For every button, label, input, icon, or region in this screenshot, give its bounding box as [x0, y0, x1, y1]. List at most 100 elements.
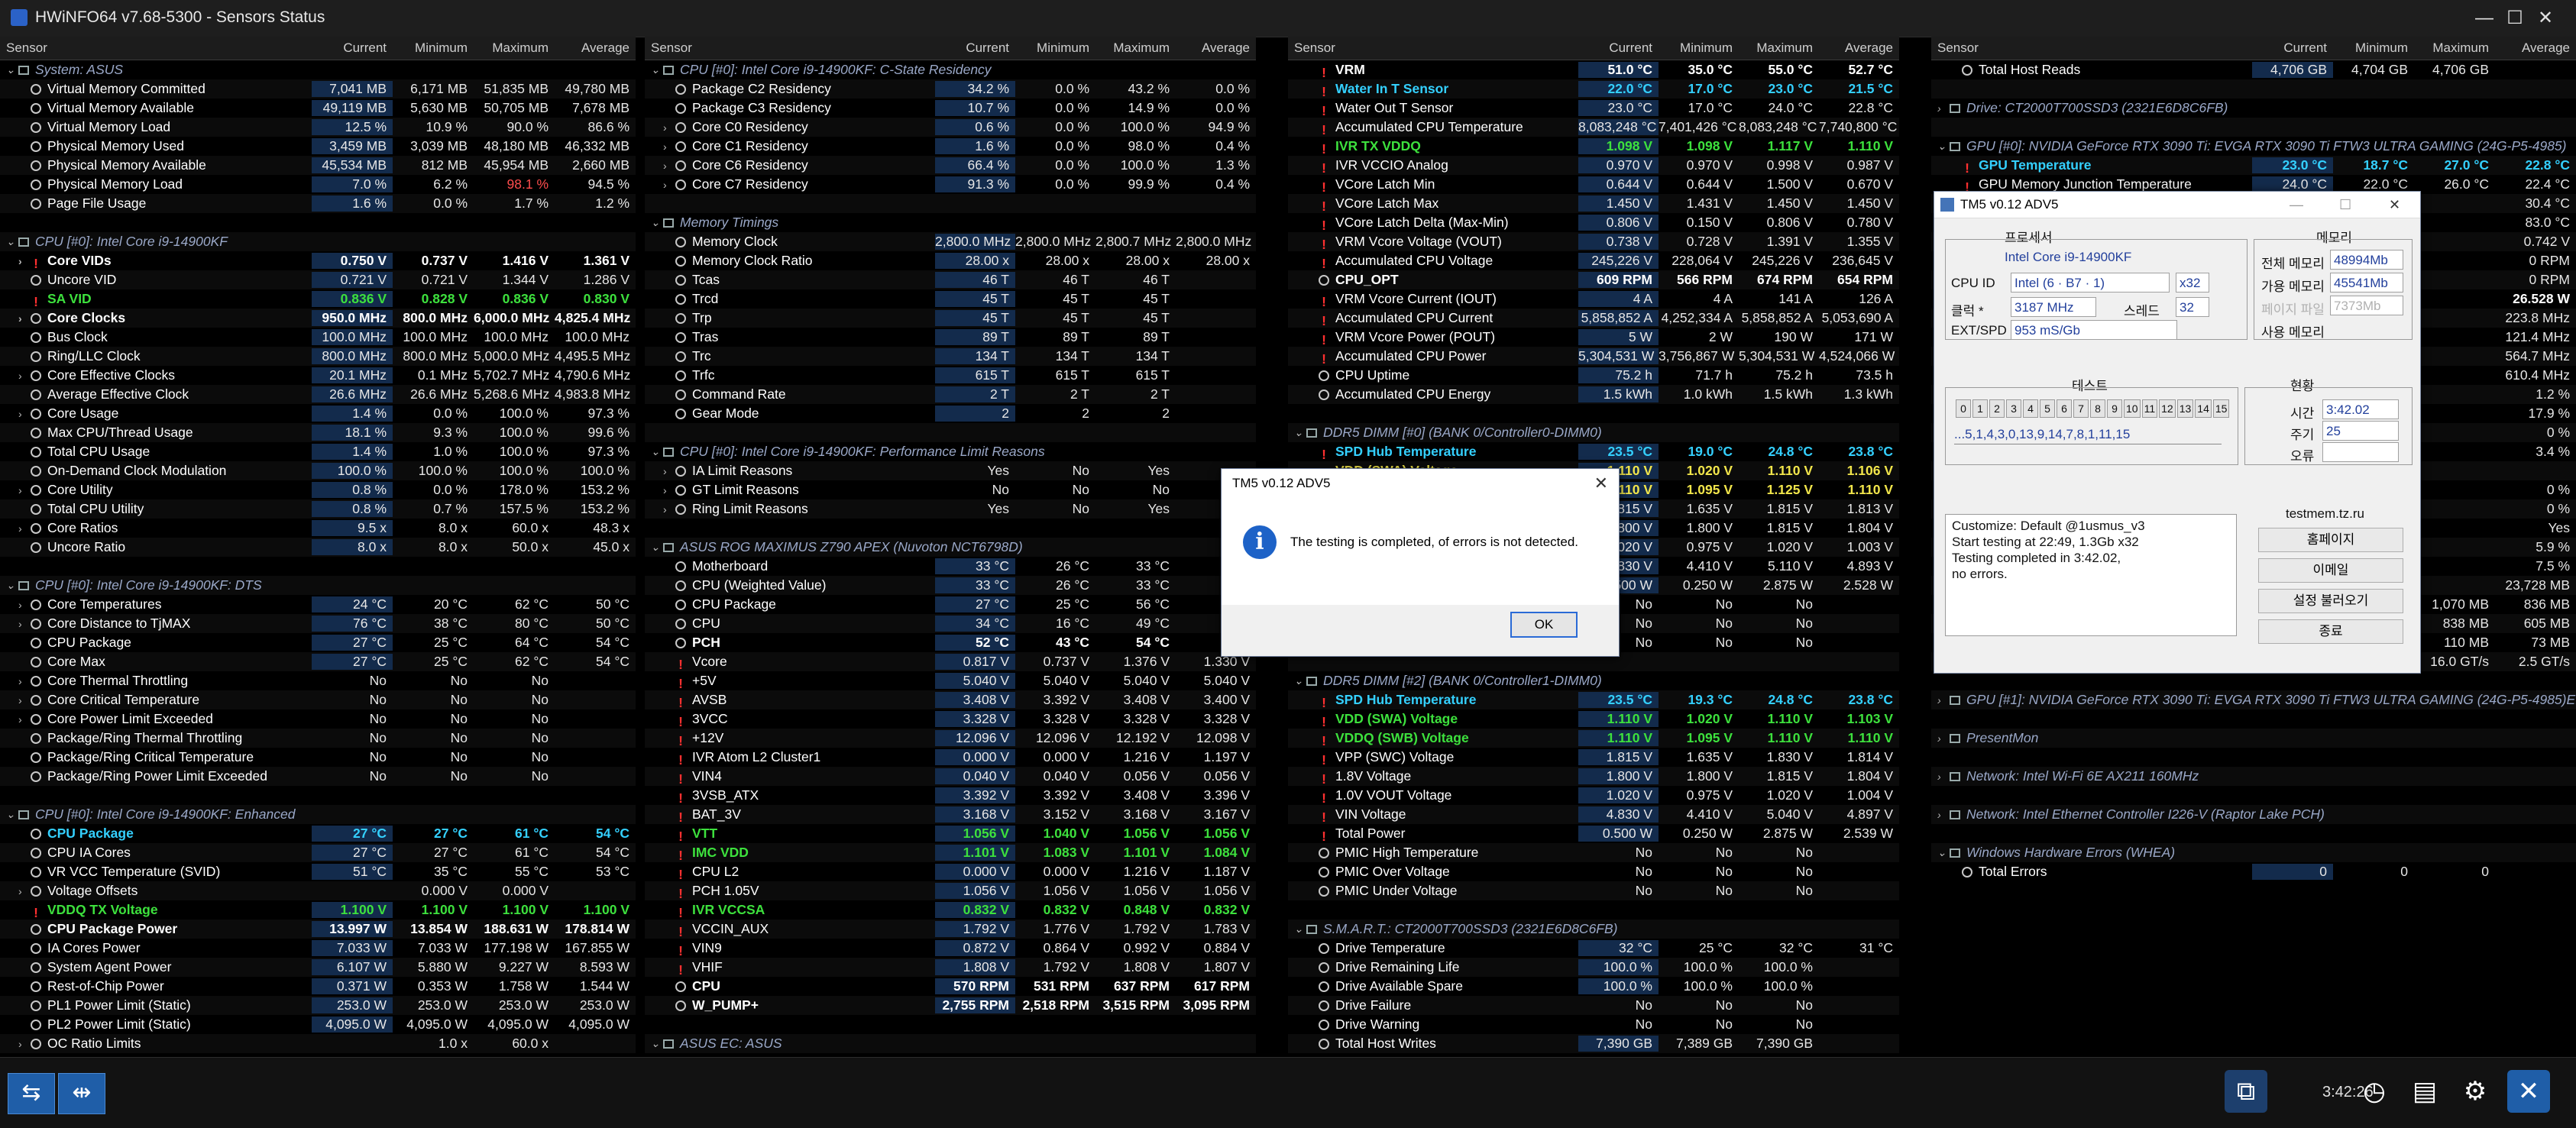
expand-arrow-icon[interactable]: ›: [18, 694, 31, 706]
sensor-row[interactable]: ! CPU L2 0.000 V 0.000 V 1.216 V 1.187 V: [645, 862, 1256, 881]
column-header-maximum[interactable]: Maximum: [1095, 37, 1176, 60]
collapse-arrow-icon[interactable]: ⌄: [1294, 674, 1306, 687]
collapse-arrow-icon[interactable]: ⌄: [651, 1037, 663, 1050]
sensor-group-header[interactable]: ⌄ CPU [#0]: Intel Core i9-14900KF: [0, 232, 636, 251]
email-button[interactable]: 이메일: [2258, 558, 2403, 583]
sensor-row[interactable]: › Core C7 Residency 91.3 % 0.0 % 99.9 % 0.4 %: [645, 175, 1256, 194]
column-header-average[interactable]: Average: [1176, 37, 1256, 60]
sensor-group-header[interactable]: › GPU [#1]: NVIDIA GeForce RTX 3090 Ti: E…: [1931, 690, 2576, 709]
report-icon[interactable]: ▤: [2403, 1070, 2446, 1113]
sensor-row[interactable]: PMIC Over Voltage No No No: [1288, 862, 1899, 881]
sensor-row[interactable]: Ring/LLC Clock 800.0 MHz 800.0 MHz 5,000.0 …: [0, 347, 636, 366]
column-header-current[interactable]: Current: [2252, 37, 2333, 60]
column-header-current[interactable]: Current: [312, 37, 393, 60]
collapse-arrow-icon[interactable]: ⌄: [6, 63, 18, 76]
sensor-pane-1[interactable]: Sensor Current Minimum Maximum Average ⌄ Syste…: [0, 37, 636, 1057]
sensor-row[interactable]: › GT Limit Reasons No No No: [645, 480, 1256, 499]
sensor-row[interactable]: Physical Memory Used 3,459 MB 3,039 MB 48,1…: [0, 137, 636, 156]
sensor-row[interactable]: CPU Package 27 °C 27 °C 61 °C 54 °C: [0, 824, 636, 843]
sensor-row[interactable]: Command Rate 2 T 2 T 2 T: [645, 385, 1256, 404]
clock-icon[interactable]: ◷: [2353, 1070, 2396, 1113]
sensor-pane-2[interactable]: Sensor Current Minimum Maximum Average ⌄ CPU […: [645, 37, 1256, 1057]
sensor-row[interactable]: Total CPU Utility 0.8 % 0.7 % 157.5 % 153.2 …: [0, 499, 636, 519]
sensor-row[interactable]: Motherboard 33 °C 26 °C 33 °C: [645, 557, 1256, 576]
expand-arrow-icon[interactable]: ›: [663, 465, 675, 477]
tm5-window[interactable]: TM5 v0.12 ADV5 — ☐ ✕ 프로세서 메모리 Intel Core…: [1934, 191, 2421, 674]
sensor-row[interactable]: ! VIN Voltage 4.830 V 4.410 V 5.040 V 4.897 V: [1288, 805, 1899, 824]
expand-arrow-icon[interactable]: ›: [18, 713, 31, 726]
expand-arrow-icon[interactable]: ›: [18, 522, 31, 535]
sensor-row[interactable]: Trcd 45 T 45 T 45 T: [645, 289, 1256, 309]
sensor-row[interactable]: Package C3 Residency 10.7 % 0.0 % 14.9 % 0.0…: [645, 99, 1256, 118]
sensor-row[interactable]: ! VRM Vcore Power (POUT) 5 W 2 W 190 W 171 W: [1288, 328, 1899, 347]
sensor-group-header[interactable]: ⌄ CPU [#0]: Intel Core i9-14900KF: Enhanc…: [0, 805, 636, 824]
expand-arrow-icon[interactable]: ›: [18, 484, 31, 496]
column-header-maximum[interactable]: Maximum: [1739, 37, 1819, 60]
collapse-arrow-icon[interactable]: ⌄: [1937, 846, 1950, 859]
expand-arrow-icon[interactable]: ›: [1937, 809, 1950, 821]
expand-arrow-icon[interactable]: ›: [18, 370, 31, 382]
column-header-maximum[interactable]: Maximum: [474, 37, 555, 60]
sensor-row[interactable]: ! AVSB 3.408 V 3.392 V 3.408 V 3.400 V: [645, 690, 1256, 709]
sensor-row[interactable]: › Core C6 Residency 66.4 % 0.0 % 100.0 % 1.3 …: [645, 156, 1256, 175]
sensor-row[interactable]: PL2 Power Limit (Static) 4,095.0 W 4,095.0…: [0, 1015, 636, 1034]
sensor-row[interactable]: ! Accumulated CPU Power 5,304,531 W 3,756,8…: [1288, 347, 1899, 366]
column-header-minimum[interactable]: Minimum: [1015, 37, 1095, 60]
sensor-row[interactable]: CPU Uptime 75.2 h 71.7 h 75.2 h 73.5 h: [1288, 366, 1899, 385]
column-header-average[interactable]: Average: [555, 37, 636, 60]
sensor-row[interactable]: ! Accumulated CPU Temperature 8,083,248 °C…: [1288, 118, 1899, 137]
sensor-row[interactable]: › Core Clocks 950.0 MHz 800.0 MHz 6,000.0 MH…: [0, 309, 636, 328]
collapse-arrow-icon[interactable]: ⌄: [651, 445, 663, 458]
sensor-row[interactable]: Trfc 615 T 615 T 615 T: [645, 366, 1256, 385]
column-header-average[interactable]: Average: [2495, 37, 2576, 60]
homepage-button[interactable]: 홈페이지: [2258, 528, 2403, 552]
sensor-row[interactable]: › IA Limit Reasons Yes No Yes: [645, 461, 1256, 480]
sensor-row[interactable]: ! VIN9 0.872 V 0.864 V 0.992 V 0.884 V: [645, 939, 1256, 958]
expand-arrow-icon[interactable]: ›: [663, 503, 675, 516]
sensor-group-header[interactable]: ⌄ CPU [#0]: Intel Core i9-14900KF: C-Stat…: [645, 60, 1256, 79]
sensor-row[interactable]: ! IVR Atom L2 Cluster1 0.000 V 0.000 V 1.216…: [645, 748, 1256, 767]
sensor-row[interactable]: ! BAT_3V 3.168 V 3.152 V 3.168 V 3.167 V: [645, 805, 1256, 824]
sensor-row[interactable]: Uncore Ratio 8.0 x 8.0 x 50.0 x 45.0 x: [0, 538, 636, 557]
sensor-row[interactable]: Memory Clock Ratio 28.00 x 28.00 x 28.00 x 2…: [645, 251, 1256, 270]
sensor-row[interactable]: Total Host Reads 4,706 GB 4,704 GB 4,706 GB: [1931, 60, 2576, 79]
sensor-row[interactable]: Page File Usage 1.6 % 0.0 % 1.7 % 1.2 %: [0, 194, 636, 213]
sensor-row[interactable]: Virtual Memory Committed 7,041 MB 6,171 MB…: [0, 79, 636, 99]
sensor-row[interactable]: Tcas 46 T 46 T 46 T: [645, 270, 1256, 289]
sensor-row[interactable]: Rest-of-Chip Power 0.371 W 0.353 W 1.758 W 1…: [0, 977, 636, 996]
collapse-arrow-icon[interactable]: ⌄: [6, 235, 18, 248]
sensor-row[interactable]: › Core Distance to TjMAX 76 °C 38 °C 80 °C 50…: [0, 614, 636, 633]
sensor-row[interactable]: Drive Warning No No No: [1288, 1015, 1899, 1034]
tm5-minimize-icon[interactable]: —: [2290, 192, 2303, 218]
column-header-average[interactable]: Average: [1819, 37, 1899, 60]
sensor-row[interactable]: On-Demand Clock Modulation 100.0 % 100.0 %…: [0, 461, 636, 480]
sensor-row[interactable]: Accumulated CPU Energy 1.5 kWh 1.0 kWh 1.5 …: [1288, 385, 1899, 404]
sensor-row[interactable]: ! Water Out T Sensor 23.0 °C 17.0 °C 24.0 °C…: [1288, 99, 1899, 118]
sensor-row[interactable]: Total Errors 0 0 0: [1931, 862, 2576, 881]
nav-back-icon[interactable]: ⇆: [8, 1073, 55, 1114]
dialog-close-icon[interactable]: ✕: [1594, 469, 1608, 498]
column-header-minimum[interactable]: Minimum: [1659, 37, 1739, 60]
expand-arrow-icon[interactable]: ›: [18, 1038, 31, 1050]
sensor-group-header[interactable]: ⌄ Windows Hardware Errors (WHEA): [1931, 843, 2576, 862]
sensor-row[interactable]: Package/Ring Critical Temperature No No No: [0, 748, 636, 767]
sensor-row[interactable]: › Core Utility 0.8 % 0.0 % 178.0 % 153.2 %: [0, 480, 636, 499]
column-header-sensor[interactable]: Sensor: [645, 37, 935, 60]
collapse-arrow-icon[interactable]: ⌄: [6, 808, 18, 821]
sensor-row[interactable]: › Core Critical Temperature No No No: [0, 690, 636, 709]
sensor-row[interactable]: CPU IA Cores 27 °C 27 °C 61 °C 54 °C: [0, 843, 636, 862]
sensor-row[interactable]: ! IVR TX VDDQ 1.098 V 1.098 V 1.117 V 1.110 V: [1288, 137, 1899, 156]
sensor-row[interactable]: ! SA VID 0.836 V 0.828 V 0.836 V 0.830 V: [0, 289, 636, 309]
sensor-row[interactable]: PCH 52 °C 43 °C 54 °C: [645, 633, 1256, 652]
column-header-maximum[interactable]: Maximum: [2414, 37, 2495, 60]
sensor-row[interactable]: ! VRM Vcore Current (IOUT) 4 A 4 A 141 A 126 …: [1288, 289, 1899, 309]
sensor-row[interactable]: PMIC Under Voltage No No No: [1288, 881, 1899, 900]
collapse-arrow-icon[interactable]: ⌄: [651, 63, 663, 76]
load-settings-button[interactable]: 설정 불러오기: [2258, 589, 2403, 613]
sensor-row[interactable]: ! VHIF 1.808 V 1.792 V 1.808 V 1.807 V: [645, 958, 1256, 977]
expand-arrow-icon[interactable]: ›: [1937, 732, 1950, 745]
sensor-row[interactable]: VR VCC Temperature (SVID) 51 °C 35 °C 55 °C…: [0, 862, 636, 881]
sensor-row[interactable]: ! GPU Temperature 23.0 °C 18.7 °C 27.0 °C 22.…: [1931, 156, 2576, 175]
sensor-row[interactable]: ! +5V 5.040 V 5.040 V 5.040 V 5.040 V: [645, 671, 1256, 690]
column-header-sensor[interactable]: Sensor: [1288, 37, 1578, 60]
